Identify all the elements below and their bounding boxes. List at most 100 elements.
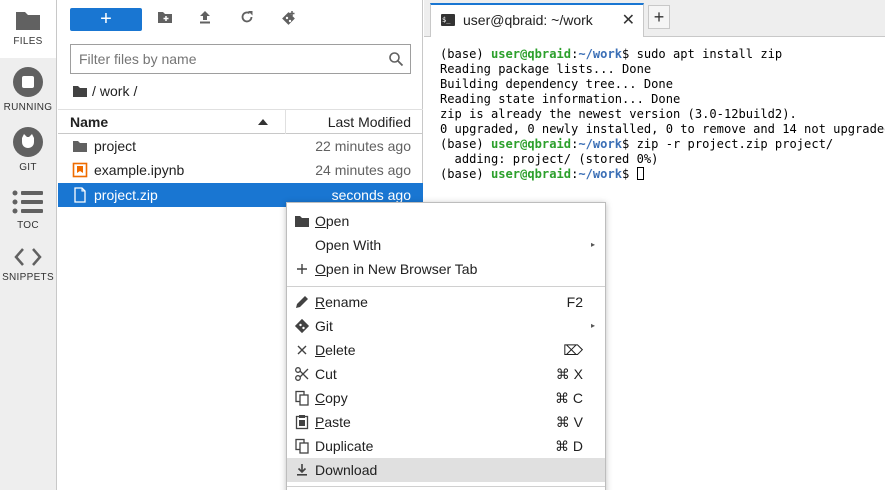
refresh-button[interactable] (236, 10, 258, 30)
menu-item-label: Open With (315, 237, 382, 253)
sidebar-item-label: FILES (13, 36, 43, 47)
menu-item-rename[interactable]: Rename F2 (287, 290, 605, 314)
breadcrumb-separator: / (133, 83, 138, 99)
menu-item-label: Paste (315, 414, 351, 430)
menu-item-open[interactable]: Open (287, 209, 605, 233)
prompt-path: ~/work (578, 137, 623, 151)
list-icon (12, 190, 43, 214)
sidebar-item-git[interactable]: GIT (0, 124, 56, 176)
context-menu: Open Open With ▸ Open in New Browser Tab… (286, 202, 606, 490)
menu-item-copy[interactable]: Copy ⌘ C (287, 386, 605, 410)
terminal-command: $ (622, 167, 637, 181)
file-browser-toolbar: + (58, 0, 423, 40)
code-brackets-icon (14, 248, 42, 266)
menu-item-shortcut: ⌦ (563, 342, 583, 358)
home-folder-icon[interactable] (72, 84, 88, 98)
menu-item-open-new-tab[interactable]: Open in New Browser Tab (287, 257, 605, 281)
breadcrumb: / work / (72, 82, 137, 100)
prompt-user: user@qbraid (490, 167, 572, 181)
menu-item-delete[interactable]: Delete ⌦ (287, 338, 605, 362)
menu-item-download[interactable]: Download (287, 458, 605, 482)
new-folder-button[interactable] (154, 10, 176, 30)
menu-item-label: Cut (315, 366, 337, 382)
tab-terminal[interactable]: $_ user@qbraid: ~/work ✕ (430, 3, 644, 37)
terminal-command: $ zip -r project.zip project/ (622, 137, 834, 151)
prompt-user: user@qbraid (490, 47, 572, 61)
terminal-line: (base) user@qbraid:~/work$ zip -r projec… (440, 137, 885, 152)
menu-item-paste[interactable]: Paste ⌘ V (287, 410, 605, 434)
notebook-icon (72, 162, 88, 178)
menu-item-cut[interactable]: Cut ⌘ X (287, 362, 605, 386)
terminal-line: (base) user@qbraid:~/work$ (440, 167, 885, 182)
terminal-line: Building dependency tree... Done (440, 77, 673, 91)
column-header-name[interactable]: Name (58, 110, 286, 134)
close-icon (297, 345, 307, 355)
file-name: project.zip (94, 187, 158, 203)
menu-item-label: Git (315, 318, 333, 334)
prompt-path: ~/work (578, 167, 623, 181)
new-folder-icon (158, 12, 172, 23)
file-row-example-ipynb[interactable]: example.ipynb 24 minutes ago (58, 158, 423, 182)
sidebar-item-snippets[interactable]: SNIPPETS (0, 244, 56, 294)
sidebar-item-toc[interactable]: TOC (0, 186, 56, 236)
breadcrumb-separator: / (92, 83, 96, 99)
duplicate-icon (295, 438, 309, 454)
terminal-icon: $_ (441, 14, 455, 26)
menu-item-shortcut: ⌘ D (555, 438, 583, 454)
sidebar-item-running[interactable]: RUNNING (0, 62, 56, 118)
menu-item-duplicate[interactable]: Duplicate ⌘ D (287, 434, 605, 458)
git-clone-button[interactable] (278, 10, 300, 30)
folder-icon (295, 216, 309, 227)
tab-bar: $_ user@qbraid: ~/work ✕ + (424, 0, 885, 37)
menu-item-git[interactable]: Git ▸ (287, 314, 605, 338)
close-icon[interactable]: ✕ (622, 10, 635, 30)
menu-item-shortcut: ⌘ V (555, 414, 583, 430)
file-row-project[interactable]: project 22 minutes ago (58, 134, 423, 158)
prompt-env: (base) (440, 47, 491, 61)
new-launcher-button[interactable]: + (70, 8, 142, 31)
search-input[interactable] (71, 45, 381, 73)
folder-icon (16, 12, 40, 30)
submenu-arrow-icon: ▸ (590, 321, 595, 330)
column-header-last-modified[interactable]: Last Modified (287, 110, 423, 134)
terminal-line: Reading state information... Done (440, 92, 681, 106)
submenu-arrow-icon: ▸ (590, 240, 595, 249)
terminal-cursor (636, 167, 644, 180)
github-icon (13, 127, 43, 157)
stop-circle-icon (13, 67, 43, 97)
menu-item-label: Rename (315, 294, 368, 310)
download-icon (297, 464, 307, 476)
tab-label: user@qbraid: ~/work (463, 12, 593, 28)
menu-item-open-with[interactable]: Open With ▸ (287, 233, 605, 257)
prompt-env: (base) (440, 137, 491, 151)
terminal-line: zip is already the newest version (3.0-1… (440, 107, 797, 121)
menu-item-shortcut: ⌘ C (555, 390, 583, 406)
menu-item-label: Duplicate (315, 438, 374, 454)
menu-item-shortcut: ⌘ X (555, 366, 583, 382)
menu-item-shortcut: F2 (566, 294, 583, 310)
upload-icon (200, 11, 210, 24)
file-name: project (94, 138, 137, 154)
copy-icon (295, 390, 309, 406)
menu-separator (287, 486, 605, 487)
terminal-command: $ sudo apt install zip (622, 47, 783, 61)
terminal-line: 0 upgraded, 0 newly installed, 0 to remo… (440, 122, 885, 136)
git-icon (294, 318, 310, 334)
file-name: example.ipynb (94, 162, 185, 178)
search-icon (389, 52, 404, 67)
jupyterlab-window: FILES RUNNING GIT TOC SNIPPETS + Filter … (0, 0, 885, 490)
paste-icon (295, 415, 309, 430)
prompt-env: (base) (440, 167, 491, 181)
menu-separator (287, 286, 605, 287)
add-tab-button[interactable]: + (648, 5, 670, 29)
file-filter-box (70, 44, 411, 74)
git-clone-icon (282, 11, 295, 25)
sidebar-item-files[interactable]: FILES (0, 0, 56, 58)
breadcrumb-item-work[interactable]: work (100, 83, 130, 99)
refresh-icon (241, 11, 253, 23)
activity-sidebar: FILES RUNNING GIT TOC SNIPPETS (0, 0, 57, 490)
scissors-icon (295, 367, 309, 381)
plus-icon (297, 264, 307, 274)
sidebar-item-label: SNIPPETS (2, 272, 54, 283)
upload-button[interactable] (194, 10, 216, 30)
